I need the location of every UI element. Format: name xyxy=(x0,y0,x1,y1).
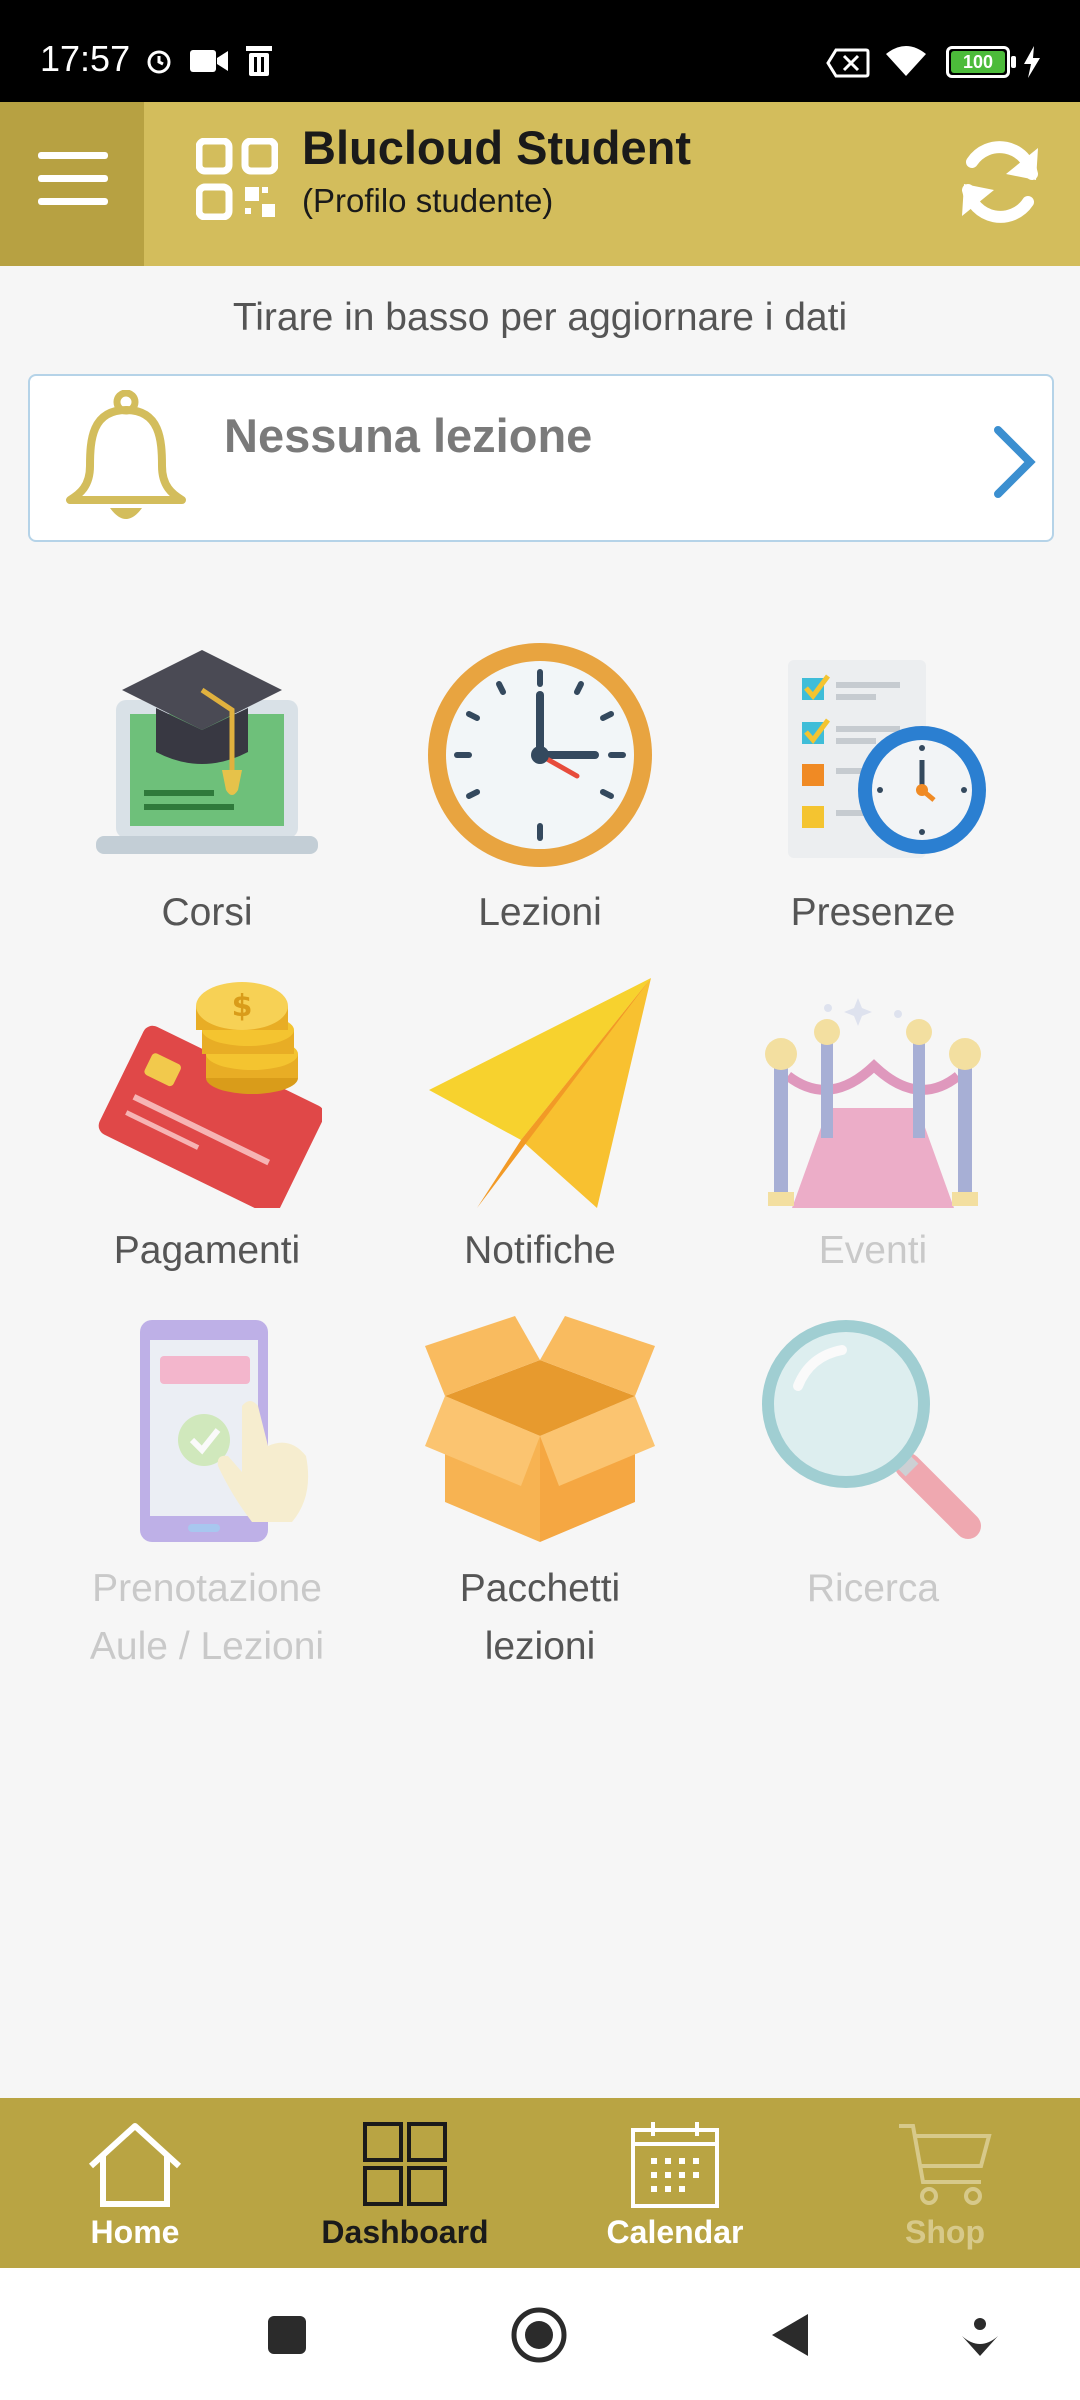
trash-icon xyxy=(246,46,272,76)
tile-eventi: Eventi xyxy=(713,978,1033,1280)
clock-icon xyxy=(428,643,652,867)
graduation-laptop-icon xyxy=(96,650,318,854)
battery-level: 100 xyxy=(951,51,1005,73)
open-box-icon xyxy=(425,1316,655,1542)
nav-label: Home xyxy=(90,2214,180,2250)
tile-label: Lezioni xyxy=(478,891,602,934)
tile-label: Presenze xyxy=(790,891,956,934)
tile-pacchetti-lezioni[interactable]: Pacchetti lezioni xyxy=(380,1316,700,1676)
app-title: Blucloud Student xyxy=(302,121,692,174)
next-lesson-label: Nessuna lezione xyxy=(224,409,593,462)
next-lesson-card[interactable]: Nessuna lezione xyxy=(28,374,1054,542)
app-header: Blucloud Student (Profilo studente) xyxy=(0,102,1080,266)
tile-label: Ricerca xyxy=(806,1567,940,1610)
charging-icon xyxy=(1024,46,1040,78)
hamburger-icon-line xyxy=(38,198,108,205)
tile-notifiche[interactable]: Notifiche xyxy=(380,978,700,1280)
assist-icon[interactable] xyxy=(960,2316,1000,2356)
chevron-right-icon xyxy=(994,426,1036,498)
menu-button[interactable] xyxy=(0,102,144,266)
no-sim-icon xyxy=(826,48,870,78)
wifi-icon xyxy=(886,46,926,76)
checklist-clock-icon xyxy=(788,660,986,858)
tile-corsi[interactable]: Corsi xyxy=(47,640,367,942)
credit-card-coins-icon: $ xyxy=(98,982,322,1208)
phone-booking-icon xyxy=(140,1320,309,1542)
calendar-icon xyxy=(631,2122,719,2208)
cart-icon xyxy=(899,2124,992,2205)
nav-home[interactable]: Home xyxy=(0,2098,270,2268)
tile-label-line2: lezioni xyxy=(484,1625,596,1668)
app-subtitle: (Profilo studente) xyxy=(302,182,554,219)
red-carpet-icon xyxy=(765,998,981,1208)
nav-calendar[interactable]: Calendar xyxy=(540,2098,810,2268)
tile-prenotazione: Prenotazione Aule / Lezioni xyxy=(47,1316,367,1676)
tile-lezioni[interactable]: Lezioni xyxy=(380,640,700,942)
tile-label: Notifiche xyxy=(464,1229,616,1272)
home-icon xyxy=(88,2123,182,2207)
tile-label: Corsi xyxy=(161,891,253,934)
nav-label: Shop xyxy=(905,2214,985,2250)
tile-label-line2: Aule / Lezioni xyxy=(89,1625,325,1668)
tile-presenze[interactable]: Presenze xyxy=(713,640,1033,942)
battery-icon: 100 xyxy=(946,46,1010,78)
alarm-icon xyxy=(147,50,171,74)
qr-code-icon xyxy=(196,138,278,220)
tile-label-line1: Pacchetti xyxy=(459,1567,621,1610)
refresh-icon[interactable] xyxy=(950,132,1050,232)
bottom-navigation: Home Dashboard Calendar Shop xyxy=(0,2098,1080,2268)
nav-label: Calendar xyxy=(606,2214,744,2250)
pull-to-refresh-hint: Tirare in basso per aggiornare i dati xyxy=(232,296,848,339)
tile-label: Eventi xyxy=(818,1229,928,1272)
bell-icon xyxy=(66,390,186,519)
hamburger-icon xyxy=(38,152,108,159)
battery-tip xyxy=(1011,56,1016,68)
status-time: 17:57 xyxy=(40,38,131,79)
paper-plane-icon xyxy=(429,978,651,1208)
nav-dashboard[interactable]: Dashboard xyxy=(270,2098,540,2268)
dashboard-grid-icon xyxy=(363,2122,447,2206)
system-navigation-bar xyxy=(0,2268,1080,2400)
tile-pagamenti[interactable]: $ Pagamenti xyxy=(47,978,367,1280)
status-bar: 17:57 100 xyxy=(0,0,1080,102)
nav-shop: Shop xyxy=(810,2098,1080,2268)
tile-ricerca: Ricerca xyxy=(713,1316,1033,1618)
square-button-icon[interactable] xyxy=(266,2314,308,2356)
svg-text:$: $ xyxy=(232,989,253,1024)
nav-label: Dashboard xyxy=(321,2214,489,2250)
home-circle-icon[interactable] xyxy=(510,2306,568,2364)
video-icon xyxy=(190,50,228,72)
hamburger-icon-line xyxy=(38,175,108,182)
tile-label: Pagamenti xyxy=(113,1229,301,1272)
tile-label-line1: Prenotazione xyxy=(92,1567,322,1610)
back-triangle-icon[interactable] xyxy=(770,2312,810,2358)
magnifier-icon xyxy=(762,1320,981,1539)
